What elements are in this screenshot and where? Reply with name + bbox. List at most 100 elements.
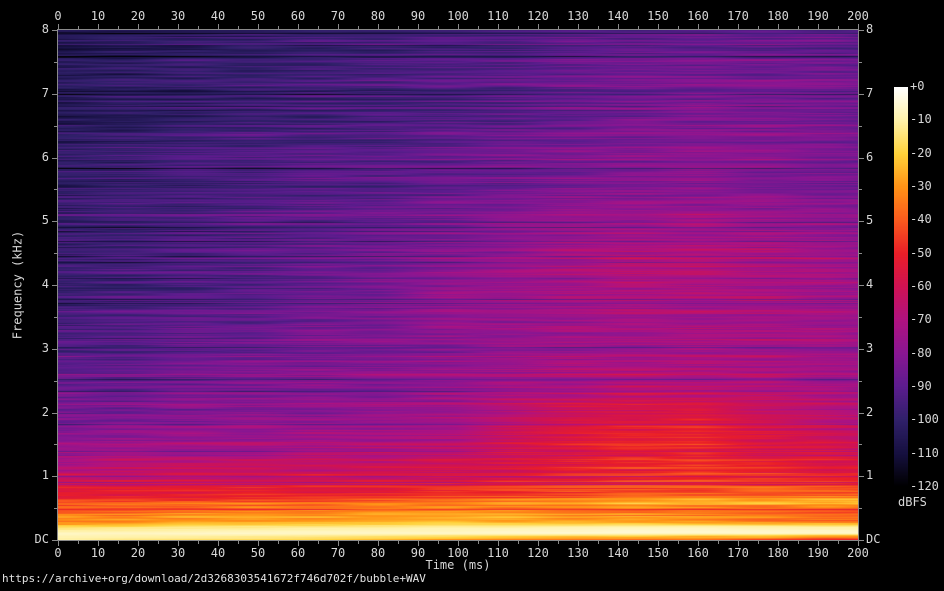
x-major-tick-top bbox=[778, 24, 779, 29]
x-major-tick-top bbox=[258, 24, 259, 29]
x-tick-label-bottom: 90 bbox=[411, 547, 425, 560]
y-tick-label-left: DC bbox=[20, 533, 49, 546]
x-tick-label-bottom: 70 bbox=[331, 547, 345, 560]
x-tick-label-bottom: 60 bbox=[291, 547, 305, 560]
y-tick-label-left: 1 bbox=[20, 469, 49, 482]
y-tick-label-right: 7 bbox=[866, 87, 873, 100]
spectrogram-canvas bbox=[58, 30, 858, 540]
x-minor-tick-top bbox=[598, 26, 599, 29]
y-minor-tick-left bbox=[54, 381, 57, 382]
y-major-tick-left bbox=[52, 221, 57, 222]
x-minor-tick-top bbox=[318, 26, 319, 29]
x-minor-tick-bottom bbox=[198, 541, 199, 544]
colorbar-tick-label: -20 bbox=[910, 147, 932, 160]
x-major-tick-top bbox=[58, 24, 59, 29]
x-tick-label-bottom: 190 bbox=[807, 547, 829, 560]
x-major-tick-top bbox=[618, 24, 619, 29]
x-minor-tick-bottom bbox=[678, 541, 679, 544]
y-tick-label-right: 8 bbox=[866, 23, 873, 36]
x-minor-tick-top bbox=[438, 26, 439, 29]
x-tick-label-top: 50 bbox=[251, 10, 265, 23]
y-major-tick-right bbox=[859, 94, 864, 95]
y-tick-label-right: DC bbox=[866, 533, 880, 546]
y-major-tick-right bbox=[859, 540, 864, 541]
y-minor-tick-right bbox=[859, 508, 862, 509]
x-minor-tick-bottom bbox=[718, 541, 719, 544]
x-minor-tick-top bbox=[638, 26, 639, 29]
x-major-tick-top bbox=[98, 24, 99, 29]
y-major-tick-left bbox=[52, 30, 57, 31]
y-major-tick-left bbox=[52, 158, 57, 159]
x-major-tick-top bbox=[418, 24, 419, 29]
colorbar-tick-label: -60 bbox=[910, 280, 932, 293]
y-tick-label-right: 1 bbox=[866, 469, 873, 482]
y-major-tick-right bbox=[859, 476, 864, 477]
plot-area bbox=[57, 29, 859, 541]
x-minor-tick-top bbox=[558, 26, 559, 29]
x-minor-tick-top bbox=[718, 26, 719, 29]
x-tick-label-bottom: 200 bbox=[847, 547, 869, 560]
x-minor-tick-bottom bbox=[318, 541, 319, 544]
colorbar-tick-label: -40 bbox=[910, 213, 932, 226]
x-minor-tick-bottom bbox=[638, 541, 639, 544]
x-minor-tick-top bbox=[798, 26, 799, 29]
y-minor-tick-right bbox=[859, 62, 862, 63]
y-tick-label-left: 2 bbox=[20, 406, 49, 419]
x-minor-tick-bottom bbox=[478, 541, 479, 544]
x-minor-tick-top bbox=[198, 26, 199, 29]
y-minor-tick-left bbox=[54, 126, 57, 127]
y-minor-tick-left bbox=[54, 508, 57, 509]
x-tick-label-top: 190 bbox=[807, 10, 829, 23]
x-tick-label-top: 100 bbox=[447, 10, 469, 23]
x-minor-tick-bottom bbox=[158, 541, 159, 544]
colorbar-title: dBFS bbox=[898, 496, 927, 509]
x-tick-label-top: 70 bbox=[331, 10, 345, 23]
x-minor-tick-bottom bbox=[838, 541, 839, 544]
y-minor-tick-right bbox=[859, 317, 862, 318]
x-minor-tick-bottom bbox=[358, 541, 359, 544]
x-axis-label: Time (ms) bbox=[425, 559, 490, 572]
x-minor-tick-top bbox=[518, 26, 519, 29]
x-tick-label-bottom: 130 bbox=[567, 547, 589, 560]
x-major-tick-top bbox=[138, 24, 139, 29]
x-tick-label-top: 120 bbox=[527, 10, 549, 23]
x-tick-label-top: 170 bbox=[727, 10, 749, 23]
colorbar-tick-label: +0 bbox=[910, 80, 924, 93]
x-tick-label-top: 10 bbox=[91, 10, 105, 23]
x-minor-tick-top bbox=[398, 26, 399, 29]
x-tick-label-top: 90 bbox=[411, 10, 425, 23]
x-tick-label-bottom: 120 bbox=[527, 547, 549, 560]
y-tick-label-left: 3 bbox=[20, 342, 49, 355]
y-major-tick-right bbox=[859, 349, 864, 350]
y-minor-tick-right bbox=[859, 444, 862, 445]
y-minor-tick-left bbox=[54, 317, 57, 318]
x-minor-tick-bottom bbox=[398, 541, 399, 544]
colorbar-tick-label: -110 bbox=[910, 447, 939, 460]
y-tick-label-right: 3 bbox=[866, 342, 873, 355]
colorbar-tick-label: -100 bbox=[910, 413, 939, 426]
x-minor-tick-top bbox=[358, 26, 359, 29]
y-major-tick-left bbox=[52, 476, 57, 477]
x-major-tick-top bbox=[818, 24, 819, 29]
x-major-tick-top bbox=[538, 24, 539, 29]
x-major-tick-top bbox=[298, 24, 299, 29]
x-major-tick-top bbox=[218, 24, 219, 29]
y-tick-label-left: 5 bbox=[20, 214, 49, 227]
y-major-tick-left bbox=[52, 285, 57, 286]
x-major-tick-top bbox=[858, 24, 859, 29]
x-minor-tick-top bbox=[758, 26, 759, 29]
x-minor-tick-top bbox=[838, 26, 839, 29]
colorbar-tick-label: -50 bbox=[910, 247, 932, 260]
x-minor-tick-top bbox=[678, 26, 679, 29]
y-minor-tick-left bbox=[54, 444, 57, 445]
x-tick-label-top: 0 bbox=[54, 10, 61, 23]
x-minor-tick-bottom bbox=[438, 541, 439, 544]
y-minor-tick-left bbox=[54, 253, 57, 254]
y-major-tick-right bbox=[859, 285, 864, 286]
y-minor-tick-right bbox=[859, 189, 862, 190]
y-tick-label-left: 7 bbox=[20, 87, 49, 100]
x-tick-label-bottom: 150 bbox=[647, 547, 669, 560]
x-minor-tick-top bbox=[238, 26, 239, 29]
y-major-tick-left bbox=[52, 413, 57, 414]
x-tick-label-bottom: 10 bbox=[91, 547, 105, 560]
